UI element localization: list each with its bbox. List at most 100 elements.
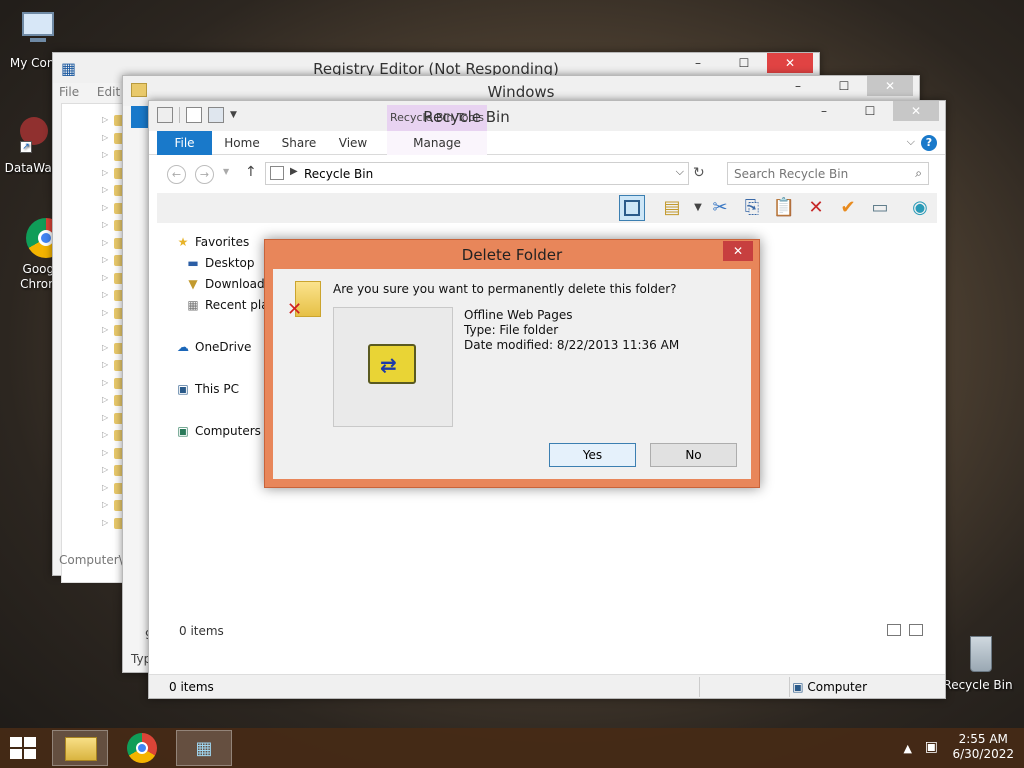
- nav-recent-places[interactable]: ▦ Recent plac: [185, 298, 275, 312]
- new-folder-icon[interactable]: [208, 107, 224, 123]
- delete-folder-icon: ✕: [287, 281, 321, 320]
- menu-edit[interactable]: Edit: [97, 85, 120, 99]
- search-icon[interactable]: ⌕: [915, 166, 922, 181]
- tab-manage[interactable]: Manage: [387, 131, 487, 155]
- back-button[interactable]: ←: [167, 165, 186, 184]
- nav-network[interactable]: ▣ Computers a: [175, 424, 272, 438]
- downloads-icon: ▼: [188, 277, 198, 291]
- folder-options-icon[interactable]: ▤: [659, 195, 685, 221]
- clock[interactable]: 2:55 AM 6/30/2022: [952, 732, 1014, 762]
- no-button[interactable]: No: [650, 443, 737, 467]
- offline-web-pages-folder-icon: ⇄: [368, 344, 416, 384]
- menu-file[interactable]: File: [59, 85, 79, 99]
- folder-thumbnail: ⇄: [333, 307, 453, 427]
- dialog-close-button[interactable]: ✕: [723, 241, 753, 261]
- taskbar-chrome[interactable]: [114, 730, 170, 766]
- minimize-button[interactable]: –: [775, 76, 821, 96]
- recycle-bin-titlebar[interactable]: ▼ Recycle Bin Tools Recycle Bin – ☐ ✕: [149, 101, 945, 131]
- maximize-button[interactable]: ☐: [721, 53, 767, 73]
- dialog-question: Are you sure you want to permanently del…: [333, 282, 677, 296]
- close-button[interactable]: ✕: [893, 101, 939, 121]
- clock-date: 6/30/2022: [952, 747, 1014, 761]
- folder-info: Offline Web Pages Type: File folder Date…: [464, 308, 679, 353]
- file-tab-partial[interactable]: [131, 106, 149, 128]
- nav-onedrive[interactable]: ☁ OneDrive: [175, 340, 251, 354]
- taskbar-file-explorer[interactable]: [52, 730, 108, 766]
- desktop-icon-label: Recycle Bin: [943, 678, 1013, 692]
- tab-home[interactable]: Home: [219, 131, 265, 155]
- folder-modified: Date modified: 8/22/2013 11:36 AM: [464, 338, 680, 352]
- tab-file[interactable]: File: [157, 131, 212, 155]
- folder-name: Offline Web Pages: [464, 308, 573, 322]
- recycle-bin-small-icon: [270, 166, 284, 180]
- computer-icon: [16, 10, 60, 54]
- status-items-count: 0 items: [169, 680, 214, 694]
- address-row: ← → ▼ ↑ ▶ Recycle Bin ⌵ ↻ ⌕: [149, 159, 945, 189]
- folder-type: Type: File folder: [464, 323, 559, 337]
- forward-button[interactable]: →: [195, 165, 214, 184]
- delete-icon[interactable]: ✕: [803, 195, 829, 221]
- nav-downloads[interactable]: ▼ Downloads: [185, 277, 271, 291]
- yes-button[interactable]: Yes: [549, 443, 636, 467]
- recycle-bin-icon: [956, 632, 1000, 676]
- nav-this-pc[interactable]: ▣ This PC: [175, 382, 239, 396]
- status-computer: ▣ Computer: [792, 680, 867, 694]
- cloud-icon: ☁: [177, 340, 189, 354]
- show-hidden-icons-icon[interactable]: ▲: [904, 742, 912, 755]
- shell-icon[interactable]: ◉: [907, 195, 933, 221]
- maximize-button[interactable]: ☐: [821, 76, 867, 96]
- registry-tree[interactable]: ▷ ▷ ▷ ▷ ▷ ▷ ▷ ▷ ▷ ▷ ▷ ▷ ▷ ▷ ▷ ▷ ▷ ▷ ▷ ▷ …: [61, 103, 131, 583]
- start-button[interactable]: [10, 737, 38, 759]
- registry-status: Computer\: [59, 553, 123, 567]
- nav-favorites[interactable]: ★ Favorites: [175, 235, 250, 249]
- items-count: 0 items: [179, 624, 224, 638]
- network-icon[interactable]: ▣: [925, 739, 938, 755]
- network-icon: ▣: [177, 424, 189, 438]
- search-input[interactable]: [734, 167, 904, 181]
- up-arrow-icon[interactable]: ↑: [245, 164, 257, 180]
- delete-folder-dialog[interactable]: Delete Folder ✕ ✕ Are you sure you want …: [264, 239, 760, 488]
- tab-share[interactable]: Share: [277, 131, 321, 155]
- recent-places-icon: ▦: [187, 298, 199, 312]
- chevron-down-icon[interactable]: ⌵: [907, 135, 915, 149]
- details-view-icon[interactable]: [887, 624, 901, 636]
- taskbar: ▦ ▲ ▣ 2:55 AM 6/30/2022: [0, 728, 1024, 768]
- desktop-icon-recycle-bin[interactable]: Recycle Bin: [942, 632, 1014, 692]
- rename-icon[interactable]: ▭: [867, 195, 893, 221]
- status-bar: 0 items ▣ Computer: [149, 674, 945, 698]
- desktop-icon: ▬: [187, 256, 199, 270]
- chevron-down-icon[interactable]: ▼: [230, 110, 237, 120]
- search-box[interactable]: ⌕: [727, 162, 929, 185]
- recycle-bin-small-icon: [157, 107, 173, 123]
- paste-icon[interactable]: 📋: [771, 195, 797, 221]
- large-icons-view-icon[interactable]: [909, 624, 923, 636]
- dialog-title: Delete Folder: [461, 246, 563, 264]
- taskbar-registry-editor[interactable]: ▦: [176, 730, 232, 766]
- dialog-body: ✕ Are you sure you want to permanently d…: [273, 269, 751, 479]
- recent-locations-icon[interactable]: ▼: [223, 167, 229, 176]
- datawag-icon: ↗: [10, 115, 54, 159]
- chevron-down-icon[interactable]: ⌵: [676, 165, 684, 179]
- breadcrumb-separator-icon[interactable]: ▶: [290, 166, 298, 177]
- nav-desktop[interactable]: ▬ Desktop: [185, 256, 254, 270]
- maximize-button[interactable]: ☐: [847, 101, 893, 121]
- close-button[interactable]: ✕: [767, 53, 813, 73]
- command-toolbar: ▤ ▼ ✂ ⎘ 📋 ✕ ✔ ▭ ◉: [157, 193, 937, 223]
- tab-view[interactable]: View: [333, 131, 373, 155]
- properties-icon[interactable]: [186, 107, 202, 123]
- cut-icon[interactable]: ✂: [707, 195, 733, 221]
- star-icon: ★: [177, 235, 189, 249]
- minimize-button[interactable]: –: [675, 53, 721, 73]
- close-button[interactable]: ✕: [867, 76, 913, 96]
- copy-icon[interactable]: ⎘: [739, 195, 765, 221]
- help-icon[interactable]: ?: [921, 135, 937, 151]
- address-text: Recycle Bin: [304, 167, 374, 181]
- registry-icon: ▦: [195, 738, 213, 759]
- minimize-button[interactable]: –: [801, 101, 847, 121]
- quick-access-toolbar: ▼: [157, 107, 237, 123]
- check-icon[interactable]: ✔: [835, 195, 861, 221]
- preview-pane-icon[interactable]: [619, 195, 645, 221]
- address-bar[interactable]: ▶ Recycle Bin ⌵: [265, 162, 689, 185]
- refresh-icon[interactable]: ↻: [693, 165, 705, 181]
- recycle-bin-title: Recycle Bin: [423, 108, 510, 126]
